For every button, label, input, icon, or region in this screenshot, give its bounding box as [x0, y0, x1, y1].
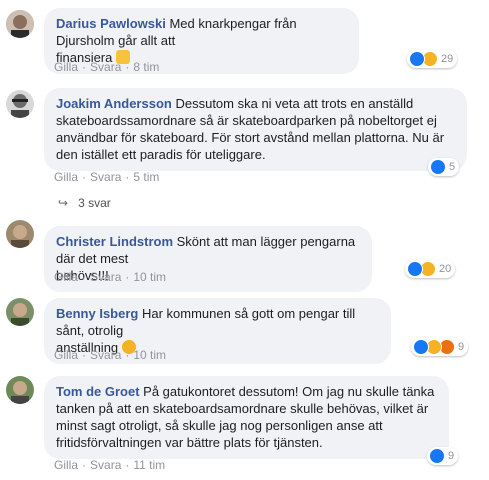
comment-text-line1: På gatukontoret dessutom! Om jag nu skul… — [143, 384, 435, 399]
reply-link[interactable]: Svara — [90, 170, 121, 184]
reaction-summary[interactable]: 29 — [407, 50, 458, 68]
comment-text-line3: användbar för skateboard. För stort avst… — [56, 130, 445, 145]
comment-actions: Gilla · Svara · 5 tim — [54, 170, 160, 184]
comment-text-line2: skateboardssamordnare så är skateboardpa… — [56, 113, 437, 128]
reaction-count: 9 — [448, 450, 455, 462]
like-icon — [413, 339, 429, 355]
avatar-image — [6, 90, 34, 118]
view-replies-link[interactable]: ↪ 3 svar — [58, 196, 111, 210]
author-name[interactable]: Tom de Groet — [56, 384, 140, 399]
reaction-summary[interactable]: 9 — [411, 338, 469, 356]
comment-actions: Gilla · Svara · 10 tim — [54, 348, 167, 362]
reaction-count: 29 — [441, 53, 454, 65]
comment-text-line4: fritidsförvaltningen var bättre plats fö… — [56, 435, 323, 450]
avatar-image — [6, 10, 34, 38]
timestamp[interactable]: 5 tim — [133, 170, 159, 184]
avatar[interactable] — [6, 10, 34, 38]
avatar[interactable] — [6, 298, 34, 326]
reaction-count: 20 — [439, 263, 452, 275]
reaction-summary[interactable]: 20 — [405, 260, 456, 278]
like-icon — [430, 159, 446, 175]
comment-actions: Gilla · Svara · 11 tim — [54, 458, 166, 472]
like-icon — [407, 261, 423, 277]
like-link[interactable]: Gilla — [54, 348, 78, 362]
reaction-summary[interactable]: 9 — [427, 447, 459, 465]
reaction-count: 5 — [449, 161, 456, 173]
reply-link[interactable]: Svara — [90, 60, 121, 74]
comment-actions: Gilla · Svara · 10 tim — [54, 270, 167, 284]
comment-text-line2: tanken på att en skateboardsamordnare sk… — [56, 401, 429, 416]
timestamp[interactable]: 10 tim — [133, 270, 166, 284]
author-name[interactable]: Joakim Andersson — [56, 96, 172, 111]
reply-link[interactable]: Svara — [90, 270, 121, 284]
comment-actions: Gilla · Svara · 8 tim — [54, 60, 160, 74]
like-link[interactable]: Gilla — [54, 270, 78, 284]
timestamp[interactable]: 8 tim — [133, 60, 159, 74]
avatar-image — [6, 298, 34, 326]
comment-text-line1: Dessutom ska ni veta att trots en anstäl… — [175, 96, 414, 111]
comment-bubble: Joakim Andersson Dessutom ska ni veta at… — [44, 88, 467, 171]
avatar-image — [6, 220, 34, 248]
like-link[interactable]: Gilla — [54, 60, 78, 74]
reaction-summary[interactable]: 5 — [428, 158, 460, 176]
comment-text-line4: den istället ett paradis för uteliggare. — [56, 147, 266, 162]
reply-link[interactable]: Svara — [90, 348, 121, 362]
author-name[interactable]: Darius Pawlowski — [56, 16, 166, 31]
reply-arrow-icon: ↪ — [58, 196, 69, 210]
timestamp[interactable]: 11 tim — [133, 458, 165, 472]
comment-text-line3: minst sagt otroligt, så skulle jag nog p… — [56, 418, 383, 433]
avatar[interactable] — [6, 90, 34, 118]
author-name[interactable]: Christer Lindstrom — [56, 234, 173, 249]
reply-link[interactable]: Svara — [90, 458, 121, 472]
comment-bubble: Tom de Groet På gatukontoret dessutom! O… — [44, 376, 449, 459]
author-name[interactable]: Benny Isberg — [56, 306, 138, 321]
avatar[interactable] — [6, 220, 34, 248]
reaction-count: 9 — [458, 341, 465, 353]
like-icon — [429, 448, 445, 464]
replies-count: 3 svar — [78, 196, 111, 210]
timestamp[interactable]: 10 tim — [133, 348, 166, 362]
avatar[interactable] — [6, 376, 34, 404]
like-link[interactable]: Gilla — [54, 170, 78, 184]
like-link[interactable]: Gilla — [54, 458, 78, 472]
avatar-image — [6, 376, 34, 404]
like-icon — [409, 51, 425, 67]
